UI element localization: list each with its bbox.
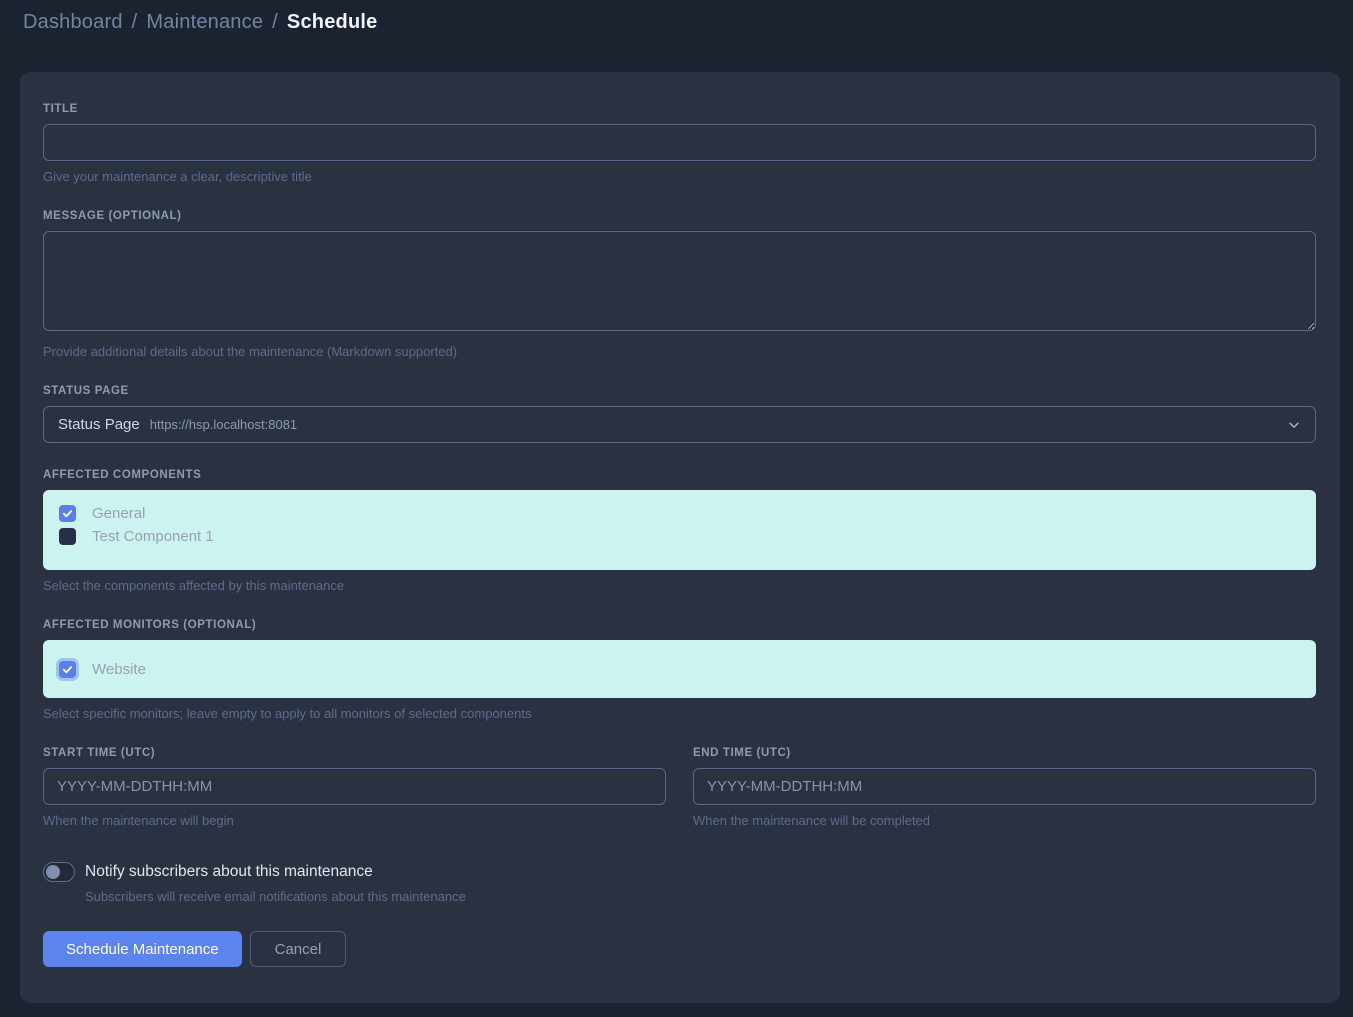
cancel-button[interactable]: Cancel (250, 931, 347, 967)
status-page-section: STATUS PAGE Status Page https://hsp.loca… (43, 385, 1316, 443)
schedule-maintenance-button[interactable]: Schedule Maintenance (43, 931, 242, 967)
breadcrumb-link-maintenance[interactable]: Maintenance (146, 11, 263, 34)
affected-monitors-helper: Select specific monitors; leave empty to… (43, 706, 1316, 721)
message-section: MESSAGE (OPTIONAL) Provide additional de… (43, 210, 1316, 359)
message-textarea[interactable] (43, 231, 1316, 331)
breadcrumb: Dashboard / Maintenance / Schedule (23, 11, 1353, 34)
top-bar: Dashboard / Maintenance / Schedule (0, 0, 1353, 48)
affected-components-helper: Select the components affected by this m… (43, 578, 1316, 593)
component-option-label: General (92, 505, 145, 522)
breadcrumb-current-schedule: Schedule (287, 11, 378, 34)
schedule-maintenance-form-panel: TITLE Give your maintenance a clear, des… (20, 72, 1340, 1003)
status-page-selected-url: https://hsp.localhost:8081 (150, 417, 297, 432)
affected-monitors-listbox: Website (43, 640, 1316, 698)
notify-toggle[interactable] (43, 862, 75, 882)
start-time-input[interactable] (43, 768, 666, 805)
affected-components-listbox: General Test Component 1 (43, 490, 1316, 570)
breadcrumb-separator: / (272, 11, 278, 34)
time-range-section: START TIME (UTC) When the maintenance wi… (43, 747, 1316, 828)
monitor-option-label: Website (92, 661, 146, 678)
end-time-field: END TIME (UTC) When the maintenance will… (693, 747, 1316, 828)
component-option-test-component-1[interactable]: Test Component 1 (59, 528, 1300, 545)
notify-helper: Subscribers will receive email notificat… (85, 889, 1316, 904)
monitor-option-website[interactable]: Website (59, 661, 1300, 678)
checkbox-checked[interactable] (59, 661, 76, 678)
end-time-helper: When the maintenance will be completed (693, 813, 1316, 828)
status-page-select[interactable]: Status Page https://hsp.localhost:8081 (43, 406, 1316, 443)
affected-components-label: AFFECTED COMPONENTS (43, 469, 1316, 481)
check-icon (62, 664, 73, 675)
notify-label: Notify subscribers about this maintenanc… (85, 863, 373, 881)
chevron-down-icon (1287, 418, 1301, 432)
message-label: MESSAGE (OPTIONAL) (43, 210, 1316, 222)
affected-components-section: AFFECTED COMPONENTS General Test Compone… (43, 469, 1316, 593)
check-icon (62, 508, 73, 519)
status-page-selected-name: Status Page (58, 416, 140, 433)
affected-monitors-label: AFFECTED MONITORS (OPTIONAL) (43, 619, 1316, 631)
end-time-input[interactable] (693, 768, 1316, 805)
component-option-label: Test Component 1 (92, 528, 214, 545)
toggle-knob (46, 865, 60, 879)
message-helper: Provide additional details about the mai… (43, 344, 1316, 359)
end-time-label: END TIME (UTC) (693, 747, 1316, 759)
title-helper: Give your maintenance a clear, descripti… (43, 169, 1316, 184)
title-input[interactable] (43, 124, 1316, 161)
breadcrumb-link-dashboard[interactable]: Dashboard (23, 11, 123, 34)
checkbox-unchecked[interactable] (59, 528, 76, 545)
status-page-label: STATUS PAGE (43, 385, 1316, 397)
start-time-label: START TIME (UTC) (43, 747, 666, 759)
title-section: TITLE Give your maintenance a clear, des… (43, 103, 1316, 184)
form-actions: Schedule Maintenance Cancel (43, 931, 1316, 967)
title-label: TITLE (43, 103, 1316, 115)
notify-section: Notify subscribers about this maintenanc… (43, 862, 1316, 904)
checkbox-checked[interactable] (59, 505, 76, 522)
affected-monitors-section: AFFECTED MONITORS (OPTIONAL) Website Sel… (43, 619, 1316, 721)
breadcrumb-separator: / (132, 11, 138, 34)
start-time-field: START TIME (UTC) When the maintenance wi… (43, 747, 666, 828)
component-option-general[interactable]: General (59, 505, 1300, 522)
start-time-helper: When the maintenance will begin (43, 813, 666, 828)
